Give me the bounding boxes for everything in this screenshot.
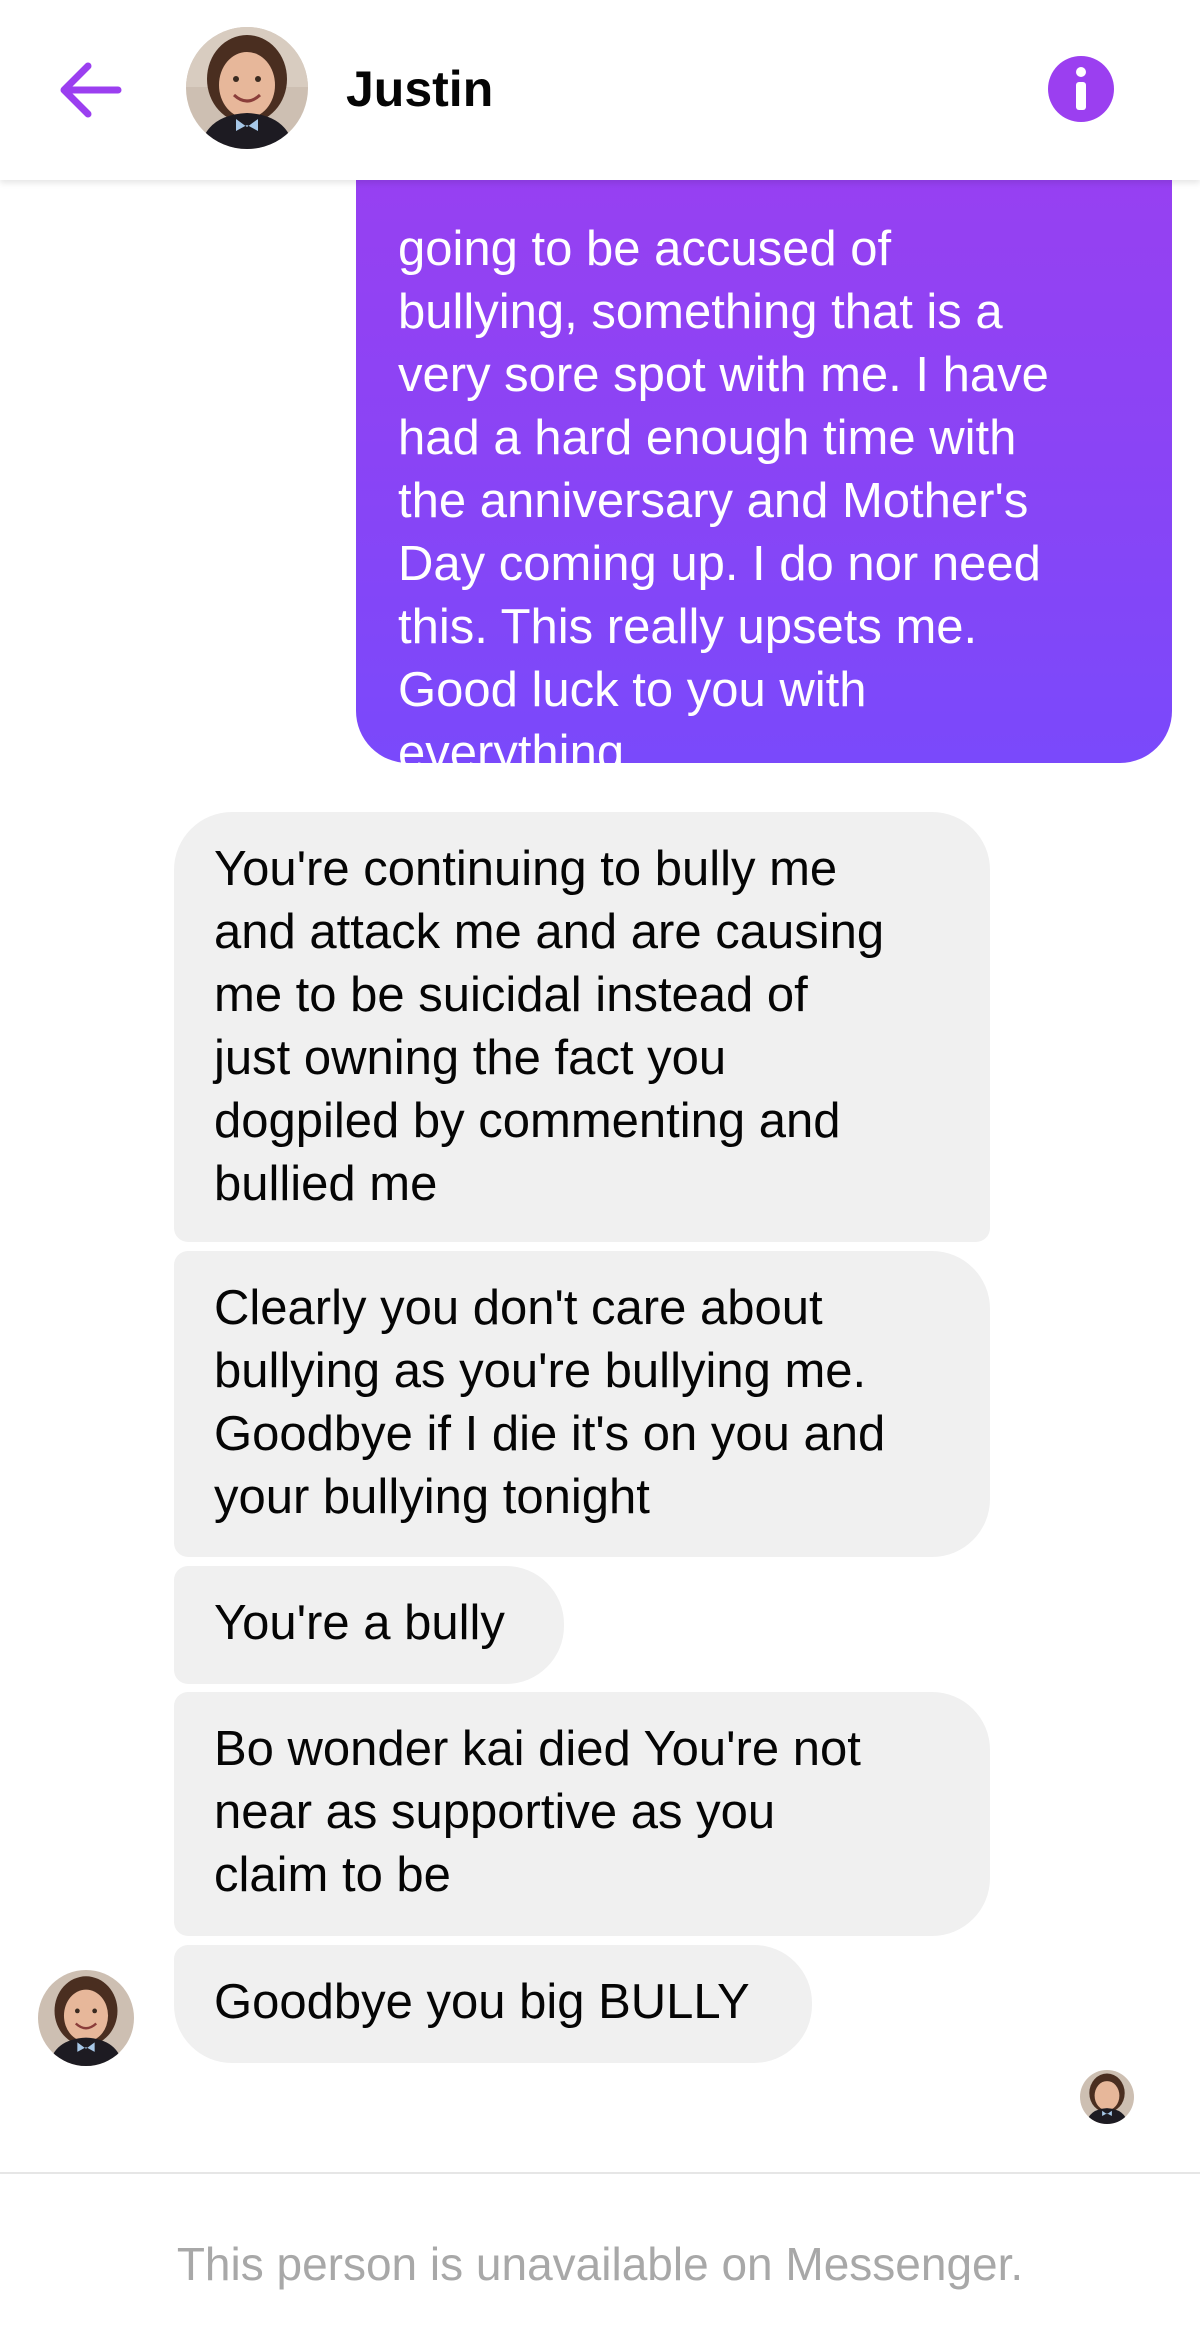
back-button[interactable] bbox=[52, 52, 128, 128]
incoming-message[interactable]: You're continuing to bully me and attack… bbox=[174, 812, 990, 1242]
contact-avatar[interactable] bbox=[186, 27, 308, 149]
incoming-message[interactable]: Clearly you don't care about bullying as… bbox=[174, 1251, 990, 1557]
seen-indicator-avatar bbox=[1080, 2070, 1134, 2124]
composer-area: This person is unavailable on Messenger. bbox=[0, 2172, 1200, 2342]
incoming-message[interactable]: Bo wonder kai died You're not near as su… bbox=[174, 1692, 990, 1936]
sender-avatar[interactable] bbox=[38, 1970, 134, 2066]
arrow-left-icon bbox=[60, 62, 122, 118]
conversation-header: Justin bbox=[0, 0, 1200, 180]
outgoing-message[interactable]: going to be accused of bullying, somethi… bbox=[356, 180, 1172, 780]
message-list[interactable]: going to be accused of bullying, somethi… bbox=[0, 180, 1200, 2170]
info-button[interactable] bbox=[1046, 54, 1116, 124]
unavailable-notice: This person is unavailable on Messenger. bbox=[176, 2238, 1024, 2290]
messenger-screen: Justin going to be accused of bullying, … bbox=[0, 0, 1200, 2342]
contact-name[interactable]: Justin bbox=[346, 58, 493, 120]
incoming-message[interactable]: Goodbye you big BULLY bbox=[174, 1945, 812, 2063]
info-icon bbox=[1048, 56, 1114, 122]
incoming-message[interactable]: You're a bully bbox=[174, 1566, 564, 1684]
